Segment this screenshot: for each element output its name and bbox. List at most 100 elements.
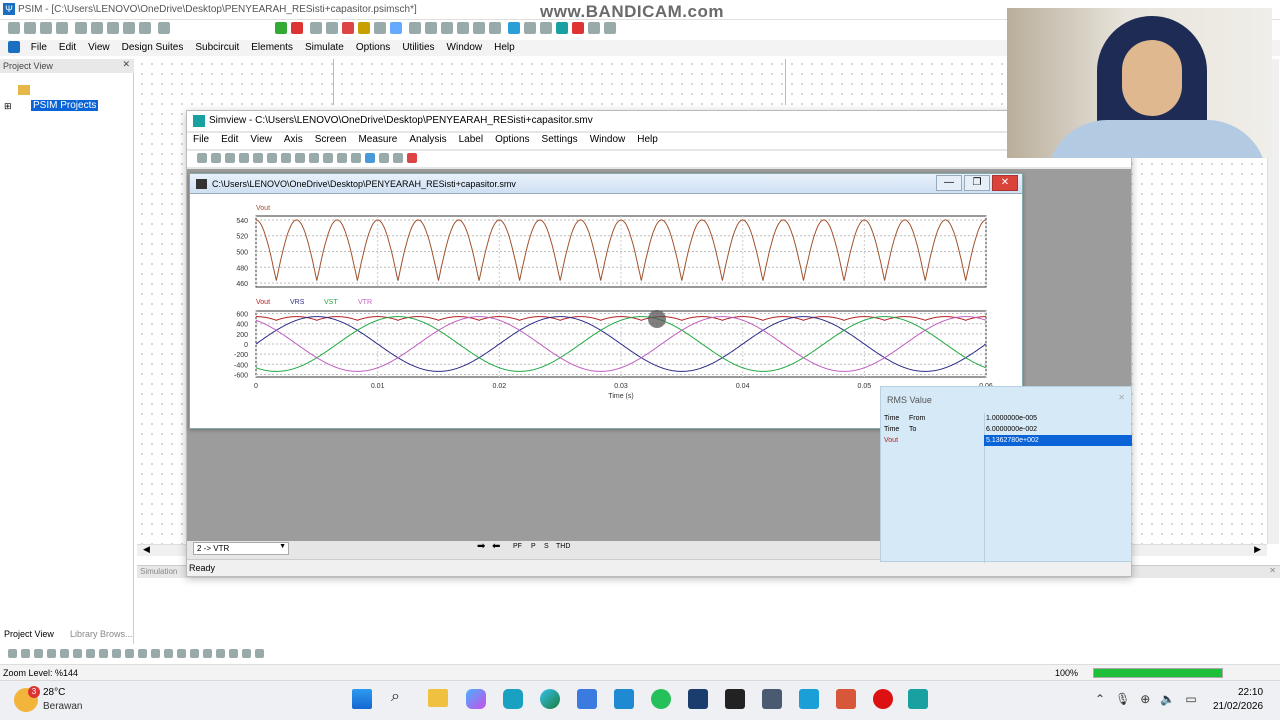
teams-icon[interactable] (503, 689, 523, 709)
add-curve-icon[interactable] (239, 153, 249, 164)
print-icon[interactable] (211, 153, 221, 164)
file-explorer-icon[interactable] (428, 689, 448, 707)
wire-icon[interactable] (342, 22, 355, 35)
menu-view[interactable]: View (88, 42, 110, 53)
play-icon[interactable] (524, 22, 537, 35)
sensor-icon[interactable] (203, 648, 212, 658)
rms-row-value[interactable]: 5.1362780e+002 (984, 435, 1132, 446)
logic-icon[interactable] (151, 648, 160, 658)
tab-library-browser[interactable]: Library Brows... (70, 629, 133, 639)
app-icon[interactable] (688, 689, 708, 709)
rms-row-value[interactable]: 6.0000000e-002 (986, 424, 1037, 435)
stop-icon[interactable] (572, 22, 585, 35)
psim-doc-icon[interactable] (8, 41, 20, 53)
current-probe-icon[interactable] (242, 648, 251, 658)
calculator-icon[interactable] (762, 689, 782, 709)
zoom-out-icon[interactable] (337, 153, 347, 164)
expand-icon[interactable]: ⊞ (4, 101, 12, 112)
capacitor-icon[interactable] (34, 648, 43, 658)
new-icon[interactable] (8, 22, 20, 35)
page-icon[interactable] (457, 22, 470, 35)
transformer-icon[interactable] (73, 648, 82, 658)
text-icon[interactable] (393, 153, 403, 164)
simview-menu-screen[interactable]: Screen (315, 134, 347, 145)
simview-menu-analysis[interactable]: Analysis (409, 134, 446, 145)
simview-menu-label[interactable]: Label (459, 134, 483, 145)
close-icon[interactable]: ✕ (1118, 393, 1125, 402)
minimize-icon[interactable]: — (936, 175, 962, 191)
start-icon[interactable] (352, 689, 372, 709)
menu-help[interactable]: Help (494, 42, 515, 53)
language-icon[interactable]: ⊕ (1140, 692, 1150, 706)
close-icon[interactable] (291, 22, 304, 35)
open-icon[interactable] (197, 153, 207, 164)
zoom-icon[interactable] (309, 153, 319, 164)
redo-icon[interactable] (139, 22, 152, 35)
vscode-icon[interactable] (614, 689, 634, 709)
simview-menu-measure[interactable]: Measure (358, 134, 397, 145)
simview-menu-window[interactable]: Window (590, 134, 626, 145)
label-tag-icon[interactable] (216, 648, 225, 658)
simview-taskbar-icon[interactable] (908, 689, 928, 709)
copilot-icon[interactable] (466, 689, 486, 709)
motor-icon[interactable] (190, 648, 199, 658)
voltage-probe-icon[interactable] (229, 648, 238, 658)
rms-row-value[interactable]: 1.0000000e-005 (986, 413, 1037, 424)
erase-icon[interactable] (253, 153, 263, 164)
copy-icon[interactable] (225, 153, 235, 164)
menu-elements[interactable]: Elements (251, 42, 293, 53)
menu-subcircuit[interactable]: Subcircuit (195, 42, 239, 53)
menu-edit[interactable]: Edit (59, 42, 76, 53)
menu-window[interactable]: Window (447, 42, 483, 53)
inductor-icon[interactable] (21, 648, 30, 658)
menu-design-suites[interactable]: Design Suites (122, 42, 184, 53)
edge-icon[interactable] (540, 689, 560, 709)
thd-button[interactable]: THD (556, 543, 570, 550)
gate-icon[interactable] (138, 648, 147, 658)
pf-button[interactable]: PF (513, 543, 522, 550)
resistor-icon[interactable] (8, 648, 17, 658)
copy-icon[interactable] (91, 22, 104, 35)
zoom-out-icon[interactable] (425, 22, 438, 35)
psim-taskbar-icon[interactable] (799, 689, 819, 709)
flip-icon[interactable] (326, 22, 339, 35)
menu-simulate[interactable]: Simulate (305, 42, 344, 53)
arrow-left-icon[interactable]: ⬅ (492, 541, 500, 552)
sum-icon[interactable] (177, 648, 186, 658)
print-icon[interactable] (56, 22, 68, 35)
diode-icon[interactable] (47, 648, 56, 658)
fit-icon[interactable] (351, 153, 361, 164)
scroll-right-icon[interactable]: ▶ (1254, 544, 1261, 555)
simview-menu-help[interactable]: Help (637, 134, 658, 145)
calculator-icon[interactable] (158, 22, 171, 35)
source-icon[interactable] (86, 648, 95, 658)
cut-icon[interactable] (75, 22, 88, 35)
tab-project-view[interactable]: Project View (4, 629, 54, 639)
search-icon[interactable]: ⌕ (391, 688, 400, 706)
pan-hand-icon[interactable] (374, 22, 387, 35)
switch-icon[interactable] (60, 648, 69, 658)
simview-icon[interactable] (556, 22, 569, 35)
run-icon[interactable] (508, 22, 521, 35)
simview-menu-axis[interactable]: Axis (284, 134, 303, 145)
close-icon[interactable]: ✕ (122, 59, 130, 70)
zoom-in-icon[interactable] (409, 22, 422, 35)
element-icon[interactable] (604, 22, 617, 35)
simview-menu-options[interactable]: Options (495, 134, 529, 145)
undo-icon[interactable] (123, 22, 136, 35)
folder-icon[interactable] (18, 85, 30, 95)
restore-icon[interactable]: ❐ (964, 175, 990, 191)
menu-utilities[interactable]: Utilities (402, 42, 434, 53)
menu-options[interactable]: Options (356, 42, 390, 53)
meter-icon[interactable] (125, 648, 134, 658)
curve-select[interactable]: 2 -> VTR ▼ (193, 542, 289, 555)
whatsapp-icon[interactable] (651, 689, 671, 709)
simulation-tab[interactable]: Simulation (140, 567, 177, 576)
clock-date[interactable]: 21/02/2026 (1213, 701, 1263, 712)
chevron-up-icon[interactable]: ⌃ (1095, 692, 1105, 706)
text-icon[interactable] (588, 22, 601, 35)
bandicam-icon[interactable] (873, 689, 893, 709)
rotate-icon[interactable] (310, 22, 323, 35)
grid-icon[interactable] (295, 153, 305, 164)
simview-menu-settings[interactable]: Settings (542, 134, 578, 145)
